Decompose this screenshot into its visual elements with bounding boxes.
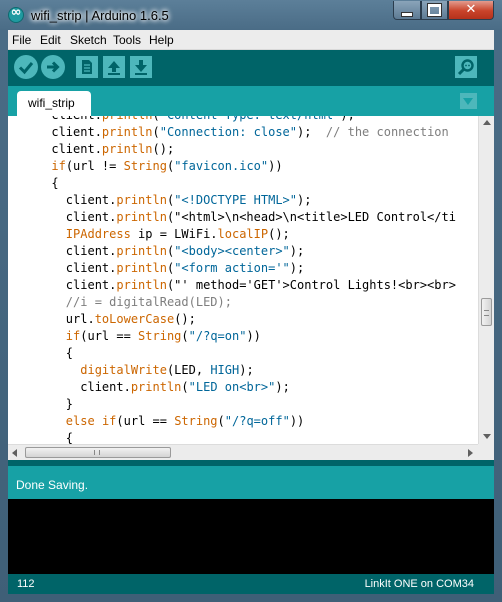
code-line: client.println("' method='GET'>Control L… (8, 278, 456, 292)
close-icon: ✕ (465, 2, 477, 17)
scroll-left-icon[interactable] (12, 449, 17, 457)
scroll-up-icon[interactable] (483, 120, 491, 125)
code-line: client.println("<form action='"); (8, 261, 305, 275)
horizontal-scroll-thumb[interactable] (25, 447, 171, 458)
code-line: { (8, 176, 59, 190)
status-bar: Done Saving. (8, 466, 494, 499)
code-line: else if(url == String("/?q=off")) (65, 414, 305, 428)
save-button[interactable] (130, 56, 152, 78)
code-line: client.println("LED on<br>"); (8, 380, 290, 394)
right-arrow-icon (47, 61, 60, 73)
tab-bar: wifi_strip (8, 86, 494, 116)
code-editor[interactable]: client.println("Content-Type: text/html"… (8, 116, 478, 444)
horizontal-scrollbar[interactable] (8, 444, 478, 460)
status-message: Done Saving. (16, 478, 89, 492)
code-line: client.println("Connection: close"); // … (8, 125, 449, 139)
scrollbar-corner (478, 444, 494, 460)
code-line: if(url == String("/?q=on")) (65, 329, 261, 343)
scroll-right-icon[interactable] (468, 449, 473, 457)
menu-file[interactable]: File (12, 33, 31, 47)
maximize-button[interactable] (421, 1, 448, 20)
verify-button[interactable] (14, 55, 38, 79)
serial-monitor-button[interactable] (455, 56, 477, 78)
code-line: url.toLowerCase(); (8, 312, 196, 326)
board-port-label: LinkIt ONE on COM34 (364, 578, 474, 590)
tab-wifi-strip[interactable]: wifi_strip (17, 91, 91, 116)
window-title: wifi_strip | Arduino 1.6.5 (31, 8, 169, 23)
code-line: { (8, 346, 74, 360)
tab-label: wifi_strip (28, 96, 75, 110)
line-number: 112 (17, 578, 35, 590)
code-line: digitalWrite(LED, HIGH); (80, 363, 254, 377)
minimize-button[interactable] (393, 1, 421, 20)
scroll-down-icon[interactable] (483, 434, 491, 439)
down-arrow-icon (135, 60, 147, 75)
menu-help[interactable]: Help (149, 33, 174, 47)
code-line: client.println("<html>\n<head>\n<title>L… (8, 210, 456, 224)
magnifier-icon (457, 59, 474, 76)
code-line: client.println("<!DOCTYPE HTML>"); (8, 193, 312, 207)
new-file-icon (82, 60, 92, 74)
menu-sketch[interactable]: Sketch (70, 33, 107, 47)
open-button[interactable] (103, 56, 125, 78)
code-line: client.println(); (8, 142, 175, 156)
menu-bar: File Edit Sketch Tools Help (8, 30, 494, 50)
up-arrow-icon (108, 61, 120, 75)
code-line: client.println("Content-Type: text/html"… (8, 116, 354, 124)
minimize-icon (401, 12, 413, 17)
vertical-scrollbar[interactable] (478, 116, 494, 444)
code-line: { (8, 431, 74, 444)
checkmark-icon (18, 62, 34, 75)
menu-edit[interactable]: Edit (40, 33, 61, 47)
arduino-logo-icon (8, 5, 24, 23)
code-line: //i = digitalRead(LED); (65, 295, 232, 309)
console-output[interactable] (8, 499, 494, 574)
close-button[interactable]: ✕ (448, 1, 494, 20)
upload-button[interactable] (41, 55, 65, 79)
code-line: } (8, 397, 74, 411)
app-client-area: File Edit Sketch Tools Help wifi_strip c… (8, 30, 494, 594)
vertical-scroll-thumb[interactable] (481, 298, 492, 326)
toolbar (8, 50, 494, 86)
code-line: IPAddress ip = LWiFi.localIP(); (65, 227, 290, 241)
code-line: if(url != String("favicon.ico")) (51, 159, 283, 173)
window-frame: wifi_strip | Arduino 1.6.5 ✕ File Edit S… (0, 0, 502, 602)
title-bar[interactable]: wifi_strip | Arduino 1.6.5 ✕ (0, 0, 502, 30)
triangle-down-icon[interactable] (460, 93, 477, 109)
maximize-icon (427, 3, 442, 17)
footer-bar: 112 LinkIt ONE on COM34 (8, 574, 494, 594)
new-sketch-button[interactable] (76, 56, 98, 78)
menu-tools[interactable]: Tools (113, 33, 141, 47)
code-line: client.println("<body><center>"); (8, 244, 305, 258)
